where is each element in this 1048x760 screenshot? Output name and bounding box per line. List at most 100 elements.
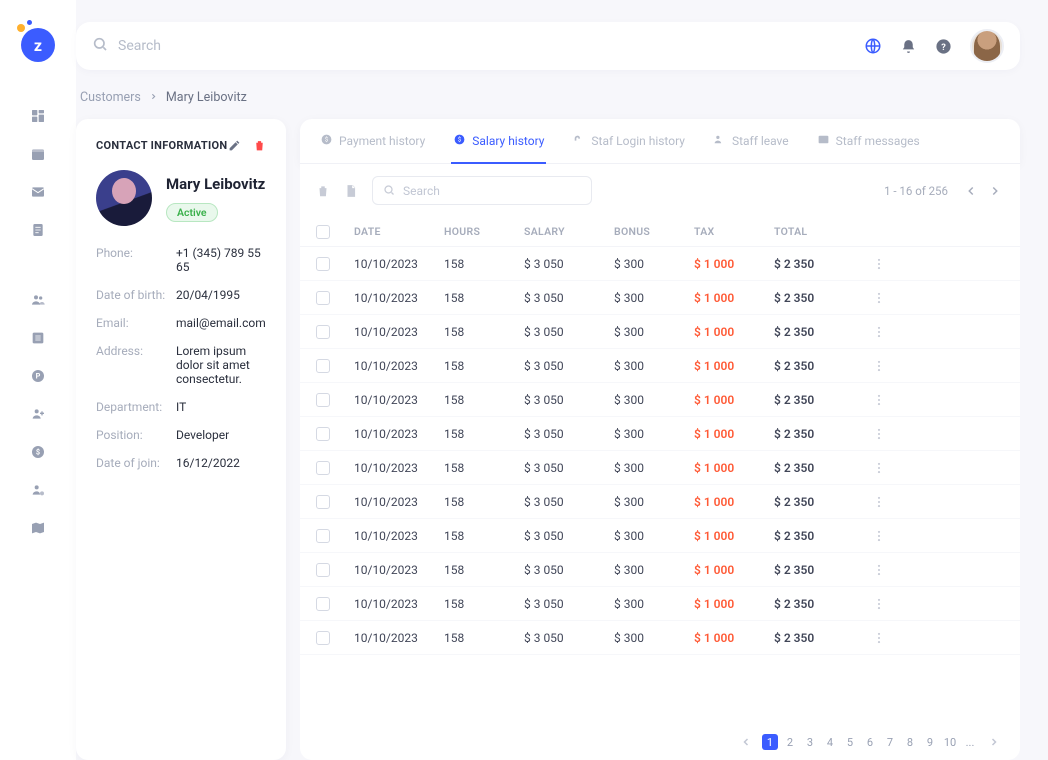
tab-staff-messages[interactable]: Staff messages [815,119,922,163]
row-checkbox[interactable] [316,631,330,645]
row-checkbox[interactable] [316,495,330,509]
row-menu-button[interactable] [864,529,894,543]
tabs-bar: $Payment history $Salary history Staf Logi… [300,119,1020,164]
rail-mail[interactable] [24,178,52,206]
range-label: 1 - 16 of 256 [884,184,948,198]
tab-icon [817,133,830,149]
rail-notes[interactable] [24,216,52,244]
cell-date: 10/10/2023 [354,291,444,305]
tab-salary-history[interactable]: $Salary history [451,119,546,163]
row-checkbox[interactable] [316,291,330,305]
cell-date: 10/10/2023 [354,325,444,339]
tab-payment-history[interactable]: $Payment history [318,119,427,163]
row-menu-button[interactable] [864,291,894,305]
table-search-input[interactable] [403,184,581,198]
row-menu-button[interactable] [864,393,894,407]
page-8[interactable]: 8 [902,734,918,750]
table-row: 10/10/2023 158 $ 3 050 $ 300 $ 1 000 $ 2… [300,417,1020,451]
breadcrumb-current: Mary Leibovitz [166,90,247,105]
page-5[interactable]: 5 [842,734,858,750]
rail-users[interactable] [24,286,52,314]
page-4[interactable]: 4 [822,734,838,750]
bulk-delete-button[interactable] [316,184,330,198]
page-next[interactable] [986,182,1004,200]
tab-icon [572,133,585,149]
row-checkbox[interactable] [316,325,330,339]
cell-salary: $ 3 050 [524,359,614,373]
page-6[interactable]: 6 [862,734,878,750]
rail-list[interactable] [24,324,52,352]
page-prev[interactable] [962,182,980,200]
page-7[interactable]: 7 [882,734,898,750]
cell-bonus: $ 300 [614,359,694,373]
row-menu-button[interactable] [864,631,894,645]
cell-tax: $ 1 000 [694,631,774,645]
cell-total: $ 2 350 [774,427,864,441]
select-all-checkbox[interactable] [316,225,330,239]
cell-total: $ 2 350 [774,597,864,611]
info-value: IT [176,400,266,414]
info-value: 16/12/2022 [176,456,266,470]
row-menu-button[interactable] [864,597,894,611]
row-checkbox[interactable] [316,529,330,543]
rail-map[interactable] [24,514,52,542]
row-checkbox[interactable] [316,461,330,475]
breadcrumb-root[interactable]: Customers [80,90,141,105]
cell-bonus: $ 300 [614,461,694,475]
tab-icon [713,133,726,149]
rail-money[interactable]: $ [24,438,52,466]
edit-button[interactable] [228,139,241,152]
globe-icon[interactable] [864,37,882,55]
cell-bonus: $ 300 [614,427,694,441]
row-checkbox[interactable] [316,393,330,407]
cell-salary: $ 3 050 [524,393,614,407]
tab-label: Staff leave [732,134,789,148]
global-search-input[interactable] [118,38,318,54]
page-10[interactable]: 10 [942,734,958,750]
cell-total: $ 2 350 [774,291,864,305]
cell-date: 10/10/2023 [354,461,444,475]
row-menu-button[interactable] [864,563,894,577]
row-menu-button[interactable] [864,461,894,475]
rail-person-settings[interactable] [24,476,52,504]
rail-user-add[interactable] [24,400,52,428]
page-1[interactable]: 1 [762,734,778,750]
delete-button[interactable] [253,139,266,152]
export-button[interactable] [344,184,358,198]
tab-icon: $ [320,133,333,149]
rail-dashboard[interactable] [24,102,52,130]
row-checkbox[interactable] [316,257,330,271]
row-menu-button[interactable] [864,359,894,373]
pagination-prev[interactable] [736,736,756,748]
page-9[interactable]: 9 [922,734,938,750]
row-checkbox[interactable] [316,427,330,441]
tab-staf-login-history[interactable]: Staf Login history [570,119,687,163]
cell-tax: $ 1 000 [694,257,774,271]
info-key: Phone: [96,246,168,274]
page-3[interactable]: 3 [802,734,818,750]
rail-calendar[interactable] [24,140,52,168]
search-icon [92,36,108,56]
row-menu-button[interactable] [864,495,894,509]
cell-hours: 158 [444,325,524,339]
row-menu-button[interactable] [864,257,894,271]
row-checkbox[interactable] [316,563,330,577]
row-menu-button[interactable] [864,427,894,441]
bell-icon[interactable] [900,38,917,55]
rail-currency[interactable]: P [24,362,52,390]
info-value: +1 (345) 789 55 65 [176,246,266,274]
user-avatar[interactable] [970,29,1004,63]
cell-hours: 158 [444,461,524,475]
page-2[interactable]: 2 [782,734,798,750]
tab-staff-leave[interactable]: Staff leave [711,119,791,163]
cell-date: 10/10/2023 [354,427,444,441]
page-...[interactable]: ... [962,734,978,750]
table-search [372,176,592,205]
help-icon[interactable]: ? [935,38,952,55]
cell-tax: $ 1 000 [694,291,774,305]
row-checkbox[interactable] [316,359,330,373]
pagination-next[interactable] [984,736,1004,748]
breadcrumb: Customers Mary Leibovitz [80,90,1020,105]
row-checkbox[interactable] [316,597,330,611]
row-menu-button[interactable] [864,325,894,339]
